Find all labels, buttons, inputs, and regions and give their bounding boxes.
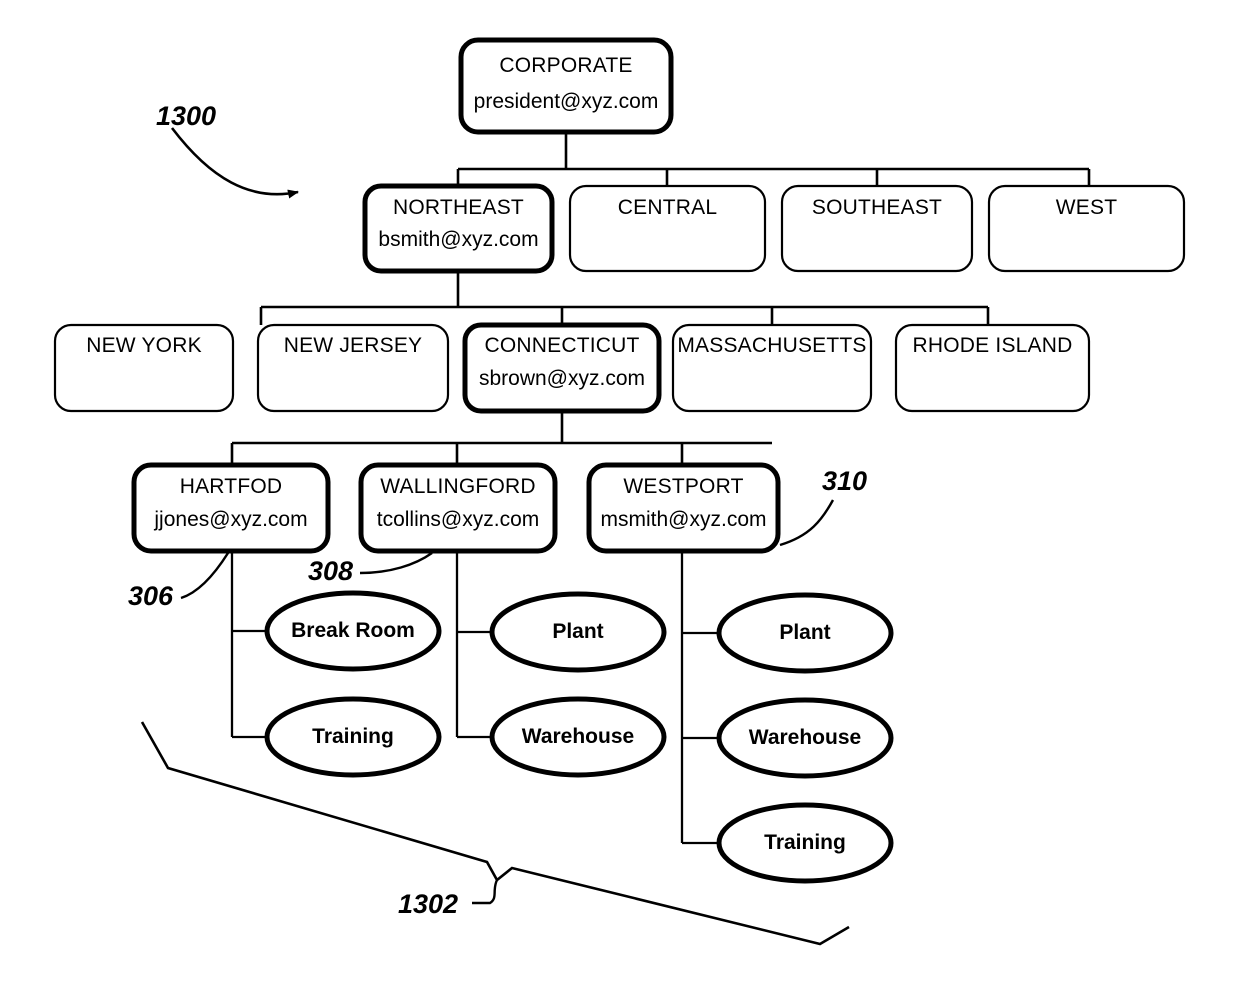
- node-oval-hartfod-break-room[interactable]: [264, 590, 442, 672]
- reference-numeral-310: 310: [822, 466, 868, 496]
- node-box-connecticut[interactable]: [462, 322, 662, 414]
- node-box-west[interactable]: [987, 184, 1186, 273]
- node-box-hartfod[interactable]: [131, 462, 331, 554]
- connector-northeast-to-states: [259, 271, 990, 325]
- connector-connecticut-to-cities: [230, 411, 772, 465]
- node-box-wallingford[interactable]: [358, 462, 558, 554]
- leader-line-306: [180, 552, 230, 600]
- leader-line-310: [779, 499, 835, 547]
- node-oval-westport-plant[interactable]: [716, 592, 894, 674]
- node-box-corporate[interactable]: [458, 37, 674, 135]
- node-box-massachusetts[interactable]: [671, 323, 873, 413]
- node-box-new-york[interactable]: [53, 323, 235, 413]
- node-oval-hartfod-training[interactable]: [264, 696, 442, 778]
- diagram-vector-layer: [53, 37, 1186, 946]
- reference-numeral-1302: 1302: [398, 889, 459, 919]
- node-box-new-jersey[interactable]: [256, 323, 450, 413]
- connector-westport-to-facilities: [680, 551, 718, 845]
- reference-numeral-1300: 1300: [156, 101, 217, 131]
- reference-numeral-308: 308: [308, 556, 354, 586]
- connector-wallingford-to-facilities: [455, 551, 493, 739]
- node-box-rhode-island[interactable]: [894, 323, 1091, 413]
- node-box-westport[interactable]: [586, 462, 781, 554]
- node-oval-westport-warehouse[interactable]: [716, 697, 894, 779]
- connector-corporate-to-regions: [456, 132, 1091, 186]
- node-oval-wallingford-warehouse[interactable]: [489, 696, 667, 778]
- node-box-northeast[interactable]: [362, 183, 555, 274]
- node-box-central[interactable]: [568, 184, 767, 273]
- leader-line-308: [359, 552, 433, 575]
- node-oval-wallingford-plant[interactable]: [489, 591, 667, 673]
- node-box-southeast[interactable]: [780, 184, 974, 273]
- leader-brace-1302: [472, 879, 499, 905]
- leader-line-1300: [170, 127, 299, 199]
- patent-figure-canvas: CORPORATE president@xyz.com NORTHEAST bs…: [0, 0, 1240, 1002]
- reference-numeral-306: 306: [128, 581, 174, 611]
- connector-hartfod-to-facilities: [230, 551, 268, 739]
- node-oval-westport-training[interactable]: [716, 802, 894, 884]
